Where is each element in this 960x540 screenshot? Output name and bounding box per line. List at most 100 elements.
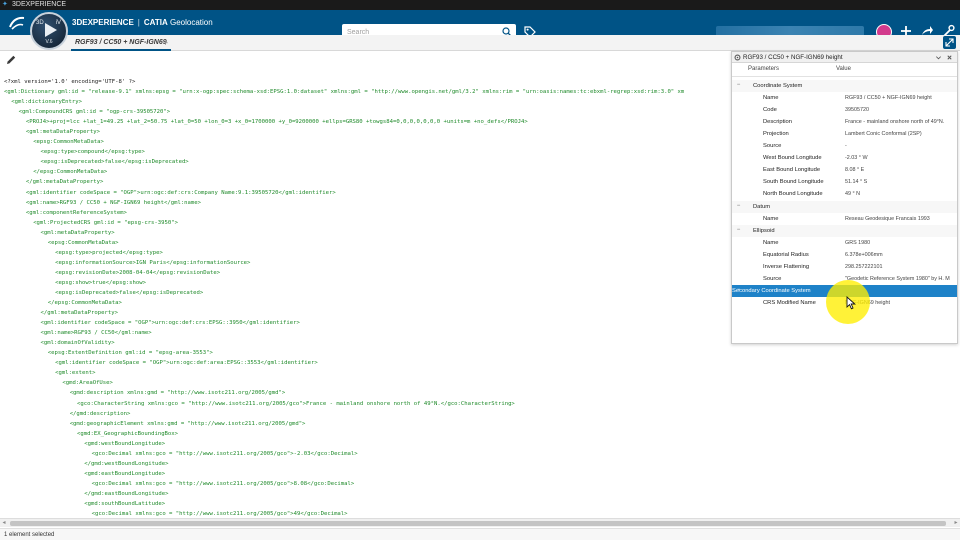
property-name: Equatorial Radius (763, 251, 809, 258)
property-name: South Bound Longitude (763, 179, 824, 186)
gear-icon[interactable] (734, 54, 741, 61)
compass-widget[interactable]: 3D iV V.6 (30, 12, 68, 50)
tab-document[interactable]: RGF93 / CC50 + NGF-IGN69 (71, 35, 171, 51)
collapse-icon[interactable]: − (735, 227, 742, 234)
property-name: Name (763, 215, 779, 222)
window-title: 3DEXPERIENCE (12, 1, 67, 8)
property-row[interactable]: Name Reseau Geodesique Francais 1993 (732, 213, 957, 225)
xml-line: <gmd:westBoundLongitude> (84, 440, 166, 447)
property-row[interactable]: Inverse Flattening 298.257222101 (732, 261, 957, 273)
xml-editor[interactable]: <?xml version='1.0' encoding='UTF-8' ?> <… (4, 77, 730, 519)
xml-line: <epsg:CommonMetaData> (33, 139, 104, 146)
xml-line: <gmd:eastBoundLongitude> (84, 470, 166, 477)
xml-line: <gml:identifier codeSpace = "OGP">urn:og… (25, 189, 336, 196)
property-value: Reseau Geodesique Francais 1993 (845, 215, 930, 222)
xml-line: <gml:identifier codeSpace = "OGP">urn:og… (55, 360, 318, 367)
property-name: Secondary Coordinate System (732, 287, 811, 294)
xml-line: <gml:domainOfValidity> (40, 340, 115, 347)
close-icon[interactable] (946, 54, 953, 61)
ds-logo-icon: ✦ (2, 1, 8, 8)
compass-label: 3D (36, 20, 44, 26)
xml-line: <gml:name>RGF93 / CC50 + NGF-IGN69 heigh… (25, 199, 202, 206)
property-row[interactable]: Description France - mainland onshore nor… (732, 116, 957, 128)
property-name: Name (763, 239, 779, 246)
xml-line: <gml:metaDataProperty> (40, 229, 115, 236)
ds-brand-logo-icon[interactable] (8, 15, 26, 31)
xml-line: <gmd:geographicElement xmlns:gmd = "http… (69, 420, 306, 427)
app-title: 3DEXPERIENCE | CATIA Geolocation (72, 17, 213, 28)
property-name: Description (763, 119, 792, 126)
xml-line: <epsg:revisionDate>2008-04-04</epsg:revi… (55, 269, 221, 276)
property-value: 51.14 ° S (845, 179, 868, 186)
product-name: CATIA (143, 18, 168, 27)
property-name: CRS Modified Name (763, 299, 816, 306)
property-row[interactable]: Name RGF93 / CC50 + NGF-IGN69 height (732, 92, 957, 104)
xml-line: <epsg:CommonMetaData> (47, 239, 119, 246)
scroll-right-icon[interactable]: ▸ (952, 519, 960, 527)
property-name: Inverse Flattening (763, 263, 810, 270)
property-row[interactable]: South Bound Longitude 51.14 ° S (732, 176, 957, 188)
property-group[interactable]: − Datum (732, 200, 957, 213)
xml-line: </gmd:description> (69, 410, 131, 417)
xml-line: <gmd:AreaOfUse> (62, 380, 113, 387)
property-name: West Bound Longitude (763, 155, 822, 162)
scroll-left-icon[interactable]: ◂ (0, 519, 8, 527)
xml-line: <gml:CompoundCRS gml:id = "ogp-crs-39505… (18, 109, 171, 116)
xml-line: <epsg:type>compound</epsg:type> (40, 149, 145, 156)
tab-bar: RGF93 / CC50 + NGF-IGN69 + (0, 35, 960, 51)
xml-line: <?xml version='1.0' encoding='UTF-8' ?> (4, 79, 136, 85)
xml-line: <epsg:type>projected</epsg:type> (55, 249, 163, 256)
property-name: Projection (763, 131, 789, 138)
play-icon (45, 23, 57, 37)
xml-line: </epsg:CommonMetaData> (47, 300, 122, 307)
property-row[interactable]: West Bound Longitude -2.03 ° W (732, 152, 957, 164)
property-row[interactable]: Name GRS 1980 (732, 237, 957, 249)
property-row[interactable]: Projection Lambert Conic Conformal (2SP) (732, 128, 957, 140)
property-name: Coordinate System (753, 83, 803, 89)
xml-line: </epsg:CommonMetaData> (33, 169, 108, 176)
property-value: France - mainland onshore north of 49°N. (845, 119, 945, 126)
column-value: Value (836, 66, 851, 72)
property-row[interactable]: East Bound Longitude 8.08 ° E (732, 164, 957, 176)
xml-line: <epsg:informationSource>IGN Paris</epsg:… (55, 259, 251, 266)
column-parameters: Parameters (748, 66, 780, 72)
top-bar: 3DEXPERIENCE | CATIA Geolocation Search (0, 10, 960, 41)
property-name: Name (763, 95, 779, 102)
xml-line: <epsg:isDeprecated>false</epsg:isDepreca… (40, 159, 189, 166)
property-name: Source (763, 275, 782, 282)
status-text: 1 element selected (4, 532, 55, 538)
xml-line: </gml:metaDataProperty> (25, 179, 104, 186)
pencil-icon[interactable] (5, 54, 17, 66)
property-value: - (845, 143, 847, 150)
expand-icon (945, 38, 954, 47)
xml-line: <gml:extent> (55, 370, 96, 377)
collapse-icon[interactable]: − (735, 82, 742, 89)
scrollbar-thumb[interactable] (10, 521, 946, 526)
panel-column-header: Parameters Value (732, 64, 957, 77)
collapse-icon[interactable]: − (735, 203, 742, 210)
panel-header: RGF93 / CC50 + NGF-IGN69 height (732, 52, 957, 63)
chevron-down-icon[interactable] (935, 54, 942, 61)
add-tab-button[interactable]: + (163, 36, 168, 50)
horizontal-scrollbar[interactable]: ◂ ▸ (0, 518, 960, 527)
xml-line: <gco:Decimal xmlns:gco = "http://www.iso… (91, 480, 355, 487)
expand-button[interactable] (943, 36, 956, 49)
property-value: RGF93 / CC50 + NGF-IGN69 height (845, 95, 932, 102)
property-value: Lambert Conic Conformal (2SP) (845, 131, 922, 138)
xml-line: <gmd:southBoundLatitude> (84, 500, 166, 507)
property-row[interactable]: Source - (732, 140, 957, 152)
xml-line: <gml:ProjectedCRS gml:id = "epsg-crs-395… (33, 219, 178, 226)
property-group[interactable]: − Coordinate System (732, 80, 957, 92)
window-titlebar: ✦ 3DEXPERIENCE (0, 0, 960, 10)
property-name: North Bound Longitude (763, 191, 823, 198)
property-group[interactable]: − Ellipsoid (732, 224, 957, 237)
property-name: Source (763, 143, 782, 150)
xml-line: <epsg:ExtentDefinition gml:id = "epsg-ar… (47, 350, 213, 357)
status-bar: 1 element selected (0, 528, 960, 540)
property-value: 39505720 (845, 107, 869, 114)
property-name: Datum (753, 203, 771, 210)
property-row[interactable]: Equatorial Radius 6.378e+006mm (732, 249, 957, 261)
property-row[interactable]: North Bound Longitude 49 ° N (732, 188, 957, 200)
property-row[interactable]: Code 39505720 (732, 104, 957, 116)
xml-line: </gml:metaDataProperty> (40, 310, 118, 317)
